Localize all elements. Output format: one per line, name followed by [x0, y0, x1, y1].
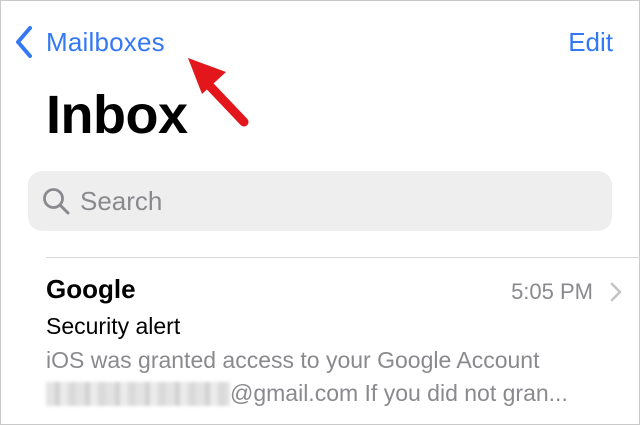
chevron-left-icon	[16, 26, 32, 58]
search-bar[interactable]	[28, 171, 612, 231]
message-preview-line2-text: @gmail.com If you did not gran...	[230, 380, 568, 406]
message-time: 5:05 PM	[511, 279, 593, 304]
red-arrow-icon	[188, 58, 249, 127]
edit-button[interactable]: Edit	[568, 22, 613, 62]
message-subject: Security alert	[46, 313, 181, 339]
back-to-mailboxes-button[interactable]: Mailboxes	[14, 22, 165, 62]
redacted-email	[46, 381, 230, 406]
list-item[interactable]: Google 5:05 PM Security alert iOS was gr…	[0, 258, 640, 425]
search-input[interactable]	[80, 185, 580, 217]
message-preview-line1: iOS was granted access to your Google Ac…	[46, 347, 540, 373]
back-button-label: Mailboxes	[46, 26, 165, 57]
message-preview-line2: @gmail.com If you did not gran...	[46, 380, 568, 407]
page-title: Inbox	[46, 85, 188, 145]
search-icon	[43, 188, 70, 215]
chevron-right-icon	[610, 282, 622, 302]
message-sender: Google	[46, 274, 136, 304]
